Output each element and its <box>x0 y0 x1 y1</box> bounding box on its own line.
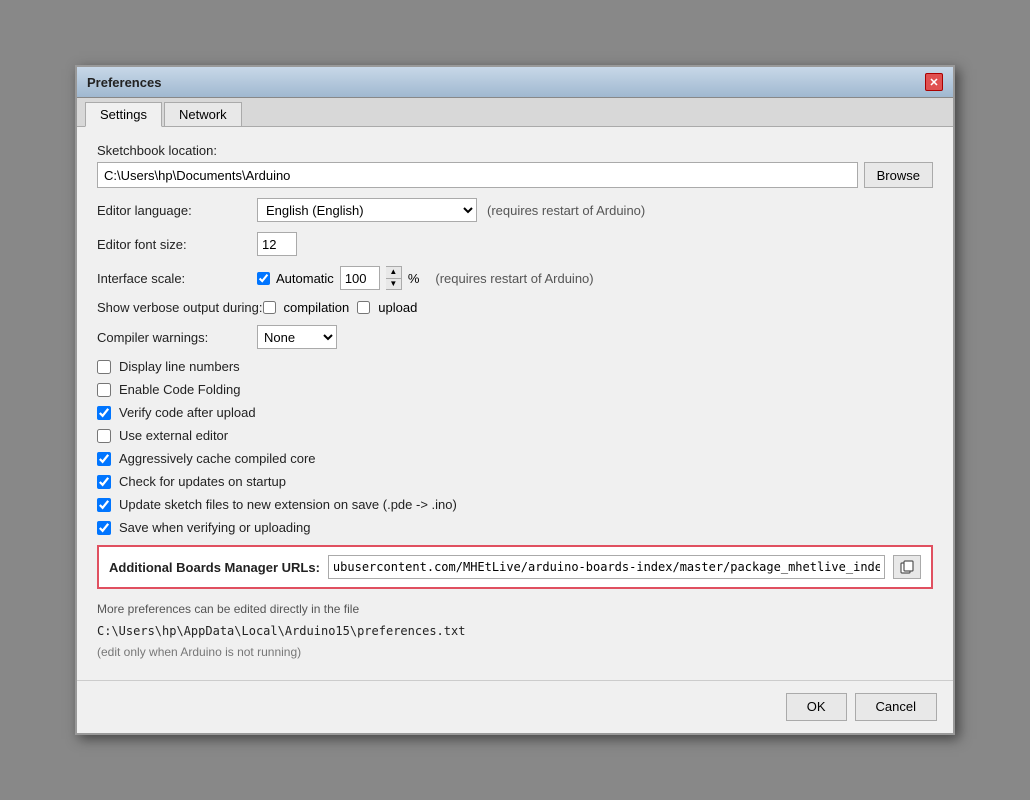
checkbox-row-1: Enable Code Folding <box>97 382 933 397</box>
cache-core-label: Aggressively cache compiled core <box>119 451 316 466</box>
editor-language-select[interactable]: English (English) <box>257 198 477 222</box>
checkbox-row-3: Use external editor <box>97 428 933 443</box>
sketchbook-path-input[interactable] <box>97 162 858 188</box>
upload-label: upload <box>378 300 417 315</box>
boards-manager-url-input[interactable] <box>328 555 885 579</box>
editor-language-label: Editor language: <box>97 203 257 218</box>
spinner-up-icon[interactable]: ▲ <box>386 267 401 279</box>
interface-scale-row: Interface scale: Automatic ▲ ▼ % (requir… <box>97 266 933 290</box>
check-updates-label: Check for updates on startup <box>119 474 286 489</box>
verify-code-checkbox[interactable] <box>97 406 111 420</box>
compiler-warnings-select[interactable]: None Default More All <box>257 325 337 349</box>
upload-checkbox[interactable] <box>357 301 370 314</box>
boards-copy-button[interactable] <box>893 555 921 579</box>
checkbox-row-4: Aggressively cache compiled core <box>97 451 933 466</box>
scale-spinner[interactable]: ▲ ▼ <box>386 266 402 290</box>
browse-button[interactable]: Browse <box>864 162 933 188</box>
edit-only-note: (edit only when Arduino is not running) <box>97 642 933 664</box>
sketchbook-input-row: Browse <box>97 162 933 188</box>
editor-language-row: Editor language: English (English) (requ… <box>97 198 933 222</box>
save-verify-checkbox[interactable] <box>97 521 111 535</box>
external-editor-checkbox[interactable] <box>97 429 111 443</box>
additional-boards-section: Additional Boards Manager URLs: <box>97 545 933 589</box>
ok-button[interactable]: OK <box>786 693 847 721</box>
verbose-output-label: Show verbose output during: <box>97 300 263 315</box>
scale-value-input[interactable] <box>340 266 380 290</box>
update-extension-checkbox[interactable] <box>97 498 111 512</box>
check-updates-checkbox[interactable] <box>97 475 111 489</box>
automatic-label: Automatic <box>276 271 334 286</box>
footer: OK Cancel <box>77 680 953 733</box>
sketchbook-location-row: Sketchbook location: Browse <box>97 143 933 188</box>
boards-row: Additional Boards Manager URLs: <box>109 555 921 579</box>
compilation-checkbox[interactable] <box>263 301 276 314</box>
checkboxes-section: Display line numbers Enable Code Folding… <box>97 359 933 535</box>
language-restart-note: (requires restart of Arduino) <box>487 203 645 218</box>
scale-controls: Automatic ▲ ▼ % (requires restart of Ard… <box>257 266 594 290</box>
external-editor-label: Use external editor <box>119 428 228 443</box>
checkbox-row-2: Verify code after upload <box>97 405 933 420</box>
automatic-checkbox[interactable] <box>257 272 270 285</box>
save-verify-label: Save when verifying or uploading <box>119 520 311 535</box>
scale-unit: % <box>408 271 420 286</box>
display-line-numbers-checkbox[interactable] <box>97 360 111 374</box>
editor-font-size-input[interactable] <box>257 232 297 256</box>
close-button[interactable]: ✕ <box>925 73 943 91</box>
window-title: Preferences <box>87 75 161 90</box>
scale-restart-note: (requires restart of Arduino) <box>435 271 593 286</box>
cache-core-checkbox[interactable] <box>97 452 111 466</box>
editor-font-size-label: Editor font size: <box>97 237 257 252</box>
enable-code-folding-label: Enable Code Folding <box>119 382 240 397</box>
checkbox-row-6: Update sketch files to new extension on … <box>97 497 933 512</box>
settings-content: Sketchbook location: Browse Editor langu… <box>77 127 953 680</box>
tab-settings[interactable]: Settings <box>85 102 162 127</box>
display-line-numbers-label: Display line numbers <box>119 359 240 374</box>
verify-code-label: Verify code after upload <box>119 405 256 420</box>
preferences-window: Preferences ✕ Settings Network Sketchboo… <box>75 65 955 735</box>
tabs-bar: Settings Network <box>77 98 953 127</box>
title-bar: Preferences ✕ <box>77 67 953 98</box>
tab-network[interactable]: Network <box>164 102 242 126</box>
compilation-label: compilation <box>284 300 350 315</box>
cancel-button[interactable]: Cancel <box>855 693 937 721</box>
verbose-options: compilation upload <box>263 300 418 315</box>
update-extension-label: Update sketch files to new extension on … <box>119 497 457 512</box>
spinner-down-icon[interactable]: ▼ <box>386 279 401 290</box>
sketchbook-location-label: Sketchbook location: <box>97 143 933 158</box>
checkbox-row-7: Save when verifying or uploading <box>97 520 933 535</box>
compiler-warnings-row: Compiler warnings: None Default More All <box>97 325 933 349</box>
preferences-path: C:\Users\hp\AppData\Local\Arduino15\pref… <box>97 621 933 643</box>
enable-code-folding-checkbox[interactable] <box>97 383 111 397</box>
interface-scale-label: Interface scale: <box>97 271 257 286</box>
compiler-warnings-label: Compiler warnings: <box>97 330 257 345</box>
verbose-output-row: Show verbose output during: compilation … <box>97 300 933 315</box>
boards-manager-label: Additional Boards Manager URLs: <box>109 560 320 575</box>
checkbox-row-5: Check for updates on startup <box>97 474 933 489</box>
editor-font-size-row: Editor font size: <box>97 232 933 256</box>
preferences-note-section: More preferences can be edited directly … <box>97 599 933 664</box>
checkbox-row-0: Display line numbers <box>97 359 933 374</box>
preferences-note-text: More preferences can be edited directly … <box>97 599 933 621</box>
